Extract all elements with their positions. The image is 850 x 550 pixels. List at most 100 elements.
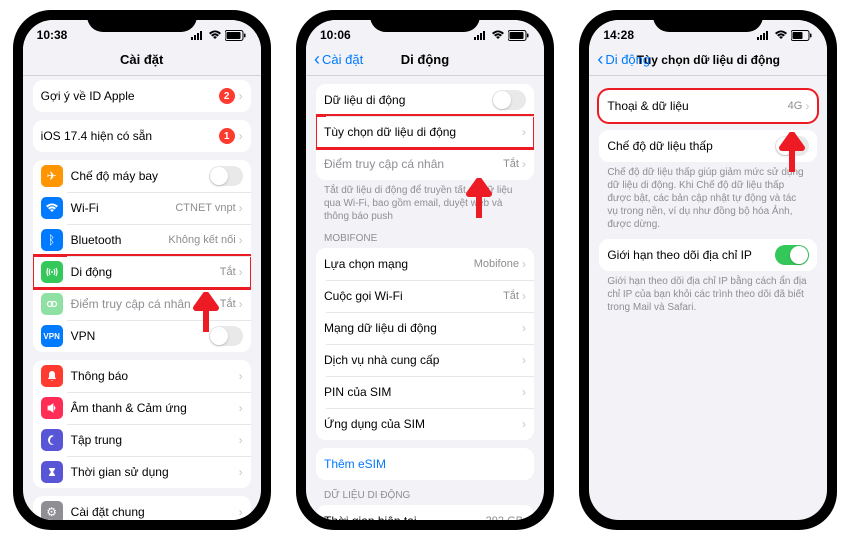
row-wifi-calling[interactable]: Cuộc gọi Wi-Fi Tắt ›	[316, 280, 534, 312]
airplane-icon: ✈	[41, 165, 63, 187]
chevron-right-icon: ›	[239, 369, 243, 383]
nav-bar: Cài đặt	[23, 44, 261, 76]
nav-bar: ‹ Di động Tùy chọn dữ liệu di động	[589, 44, 827, 76]
page-title: Tùy chọn dữ liệu di động	[637, 53, 780, 67]
status-right	[474, 30, 530, 41]
row-current-period[interactable]: Thời gian hiện tại 292 GB	[316, 505, 534, 520]
chevron-right-icon: ›	[522, 321, 526, 335]
wifi-icon	[41, 197, 63, 219]
row-cellular-data-network[interactable]: Mạng dữ liệu di động ›	[316, 312, 534, 344]
row-wifi[interactable]: Wi-Fi CTNET vnpt ›	[33, 192, 251, 224]
value: Tắt	[220, 298, 236, 310]
row-limit-ip-tracking[interactable]: Giới hạn theo dõi địa chỉ IP	[599, 239, 817, 271]
gear-icon: ⚙	[41, 501, 63, 520]
value: Mobifone	[474, 258, 519, 270]
value: Tắt	[220, 266, 236, 278]
row-personal-hotspot[interactable]: Điểm truy cập cá nhân Tắt ›	[316, 148, 534, 180]
label: Wi-Fi	[71, 201, 176, 215]
limit-ip-toggle[interactable]	[775, 245, 809, 265]
phone-frame-3: 14:28 ‹ Di động Tùy chọn dữ liệu di động…	[579, 10, 837, 530]
phone-frame-2: 10:06 ‹ Cài đặt Di động Dữ liệu di động	[296, 10, 554, 530]
screen-settings: 10:38 Cài đặt Gợi ý về ID Apple 2 › iOS …	[23, 20, 261, 520]
status-right	[191, 30, 247, 41]
status-time: 10:06	[320, 28, 351, 42]
signal-icon	[757, 30, 771, 40]
vpn-icon: VPN	[41, 325, 63, 347]
label: Giới hạn theo dõi địa chỉ IP	[607, 248, 775, 262]
value: Không kết nối	[168, 234, 235, 246]
low-data-toggle[interactable]	[775, 136, 809, 156]
row-vpn[interactable]: VPN VPN	[33, 320, 251, 352]
notch	[370, 10, 480, 32]
status-time: 14:28	[603, 28, 634, 42]
value: Tắt	[503, 290, 519, 302]
row-low-data-mode[interactable]: Chế độ dữ liệu thấp	[599, 130, 817, 162]
row-focus[interactable]: Tập trung ›	[33, 424, 251, 456]
row-screen-time[interactable]: Thời gian sử dụng ›	[33, 456, 251, 488]
label: VPN	[71, 329, 209, 343]
row-cellular-data-options[interactable]: Tùy chọn dữ liệu di động ›	[316, 116, 534, 148]
content-scroll[interactable]: Dữ liệu di động Tùy chọn dữ liệu di động…	[306, 76, 544, 520]
row-sim-applications[interactable]: Ứng dụng của SIM ›	[316, 408, 534, 440]
bell-icon	[41, 365, 63, 387]
wifi-icon	[774, 30, 788, 40]
chevron-right-icon: ›	[522, 289, 526, 303]
chevron-right-icon: ›	[239, 129, 243, 143]
footnote: Giới hạn theo dõi địa chỉ IP bằng cách ẩ…	[589, 271, 827, 314]
label: Lựa chọn mạng	[324, 257, 474, 271]
content-scroll[interactable]: Thoại & dữ liệu 4G › Chế độ dữ liệu thấp…	[589, 76, 827, 520]
chevron-left-icon: ‹	[314, 53, 320, 66]
hourglass-icon	[41, 461, 63, 483]
row-apple-id-suggestions[interactable]: Gợi ý về ID Apple 2 ›	[33, 80, 251, 112]
chevron-left-icon: ‹	[597, 53, 603, 66]
row-carrier-services[interactable]: Dịch vụ nhà cung cấp ›	[316, 344, 534, 376]
chevron-right-icon: ›	[522, 385, 526, 399]
row-general[interactable]: ⚙ Cài đặt chung ›	[33, 496, 251, 520]
cellular-data-toggle[interactable]	[492, 90, 526, 110]
row-add-esim[interactable]: Thêm eSIM	[316, 448, 534, 480]
chevron-right-icon: ›	[239, 505, 243, 519]
signal-icon	[474, 30, 488, 40]
label: PIN của SIM	[324, 385, 522, 399]
label: Dịch vụ nhà cung cấp	[324, 353, 522, 367]
content-scroll[interactable]: Gợi ý về ID Apple 2 › iOS 17.4 hiện có s…	[23, 76, 261, 520]
battery-icon	[225, 30, 247, 41]
label: Thêm eSIM	[324, 457, 526, 471]
label: Di động	[71, 265, 220, 279]
row-cellular-data[interactable]: Dữ liệu di động	[316, 84, 534, 116]
hotspot-icon	[41, 293, 63, 315]
row-network-selection[interactable]: Lựa chọn mạng Mobifone ›	[316, 248, 534, 280]
vpn-toggle[interactable]	[209, 326, 243, 346]
label: Bluetooth	[71, 233, 169, 247]
cellular-icon	[41, 261, 63, 283]
row-voice-and-data[interactable]: Thoại & dữ liệu 4G ›	[599, 90, 817, 122]
row-airplane-mode[interactable]: ✈ Chế độ máy bay	[33, 160, 251, 192]
chevron-right-icon: ›	[239, 401, 243, 415]
back-label: Cài đặt	[322, 52, 363, 67]
screen-data-options: 14:28 ‹ Di động Tùy chọn dữ liệu di động…	[589, 20, 827, 520]
chevron-right-icon: ›	[522, 417, 526, 431]
row-bluetooth[interactable]: ᛒ Bluetooth Không kết nối ›	[33, 224, 251, 256]
chevron-right-icon: ›	[239, 433, 243, 447]
chevron-right-icon: ›	[522, 353, 526, 367]
airplane-toggle[interactable]	[209, 166, 243, 186]
label: Chế độ dữ liệu thấp	[607, 139, 775, 153]
row-sim-pin[interactable]: PIN của SIM ›	[316, 376, 534, 408]
row-ios-update[interactable]: iOS 17.4 hiện có sẵn 1 ›	[33, 120, 251, 152]
label: Điểm truy cập cá nhân	[71, 297, 220, 311]
chevron-right-icon: ›	[522, 157, 526, 171]
row-cellular[interactable]: Di động Tắt ›	[33, 256, 251, 288]
chevron-right-icon: ›	[239, 297, 243, 311]
label: Mạng dữ liệu di động	[324, 321, 522, 335]
row-sounds[interactable]: Âm thanh & Cảm ứng ›	[33, 392, 251, 424]
back-button[interactable]: ‹ Di động	[597, 52, 650, 67]
label: Dữ liệu di động	[324, 93, 492, 107]
row-notifications[interactable]: Thông báo ›	[33, 360, 251, 392]
row-hotspot[interactable]: Điểm truy cập cá nhân Tắt ›	[33, 288, 251, 320]
wifi-icon	[208, 30, 222, 40]
value: 292 GB	[486, 515, 523, 520]
chevron-right-icon: ›	[805, 99, 809, 113]
label: Điểm truy cập cá nhân	[324, 157, 503, 171]
chevron-right-icon: ›	[522, 125, 526, 139]
back-button[interactable]: ‹ Cài đặt	[314, 52, 363, 67]
